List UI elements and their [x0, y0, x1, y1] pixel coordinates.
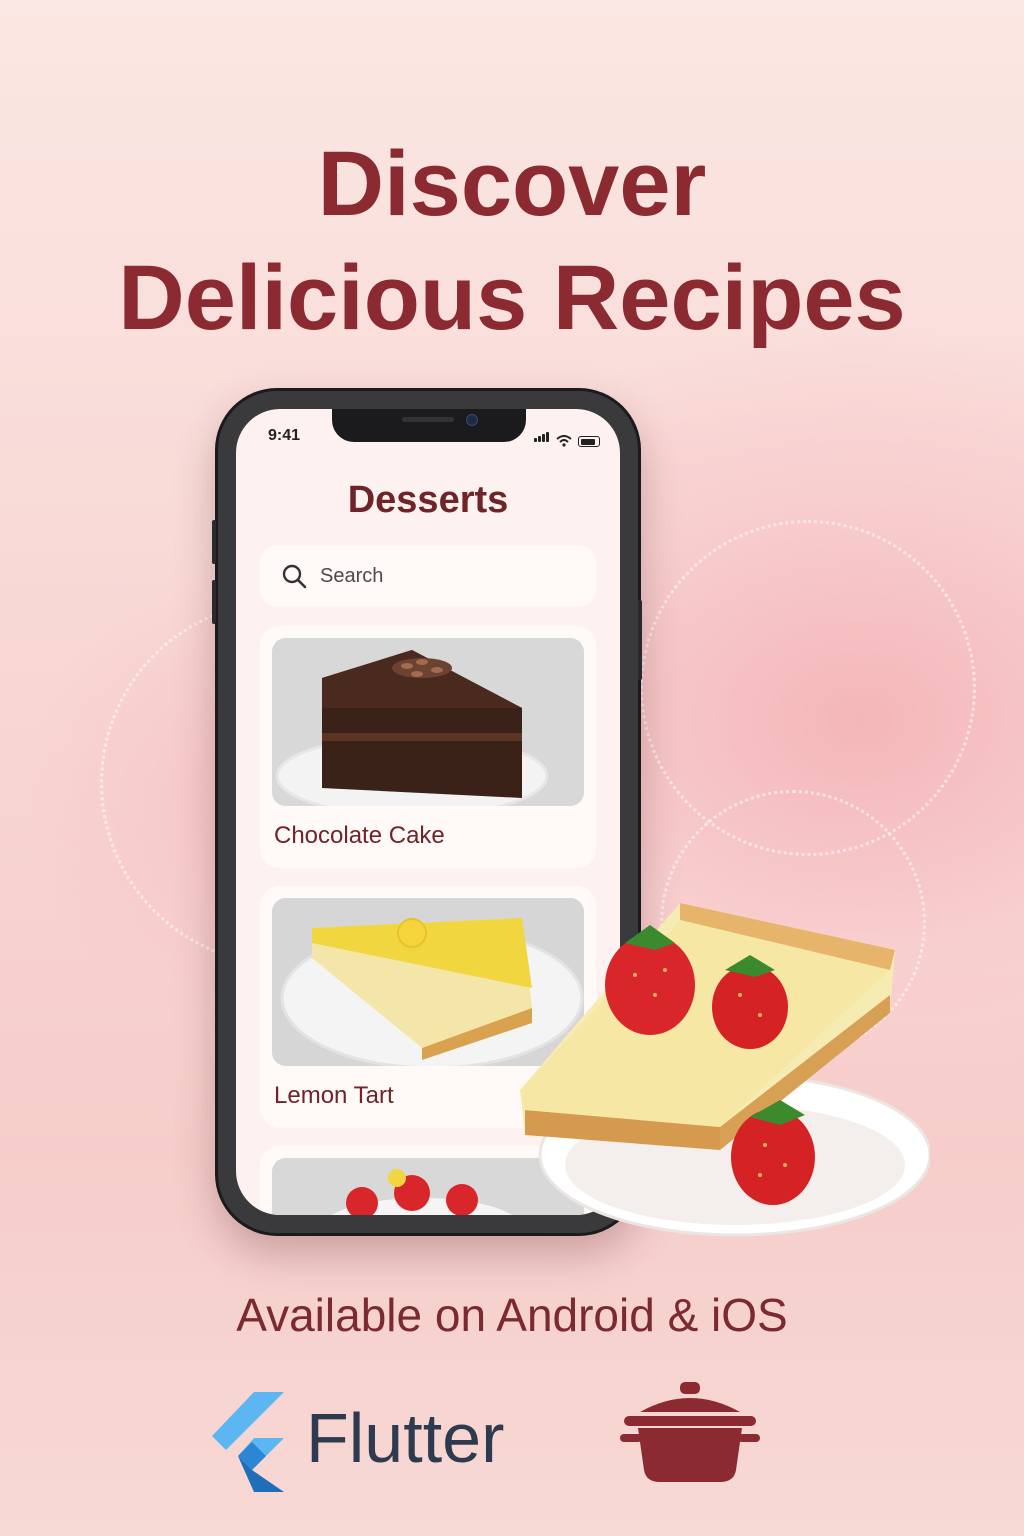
phone-notch	[332, 409, 526, 442]
screen-title: Desserts	[347, 479, 509, 521]
wifi-icon	[556, 435, 572, 447]
recipe-image	[272, 638, 584, 806]
recipe-title: Lemon Tart	[274, 1082, 394, 1109]
cheesecake-illustration	[520, 903, 930, 1237]
phone-side-button	[212, 520, 216, 564]
headline-line-1: Discover	[317, 133, 707, 235]
front-camera	[466, 414, 478, 426]
search-input[interactable]: Search	[320, 565, 383, 588]
headline-line-2: Delicious Recipes	[118, 247, 906, 349]
cooking-pot-icon	[620, 1382, 760, 1482]
recipe-card[interactable]: Chocolate Cake	[260, 626, 596, 868]
availability-tagline: Available on Android & iOS	[236, 1289, 788, 1341]
status-time: 9:41	[268, 427, 301, 444]
flutter-logo-icon	[212, 1392, 284, 1492]
status-icons	[534, 429, 600, 447]
search-icon	[282, 564, 307, 589]
search-bar[interactable]: Search	[260, 546, 596, 606]
phone-side-button	[638, 600, 642, 680]
flutter-brand-text: Flutter	[306, 1399, 505, 1477]
speaker-grille	[402, 417, 454, 422]
signal-icon	[534, 429, 550, 447]
phone-side-button	[212, 580, 216, 624]
battery-icon	[578, 436, 600, 447]
recipe-title: Chocolate Cake	[274, 822, 445, 849]
